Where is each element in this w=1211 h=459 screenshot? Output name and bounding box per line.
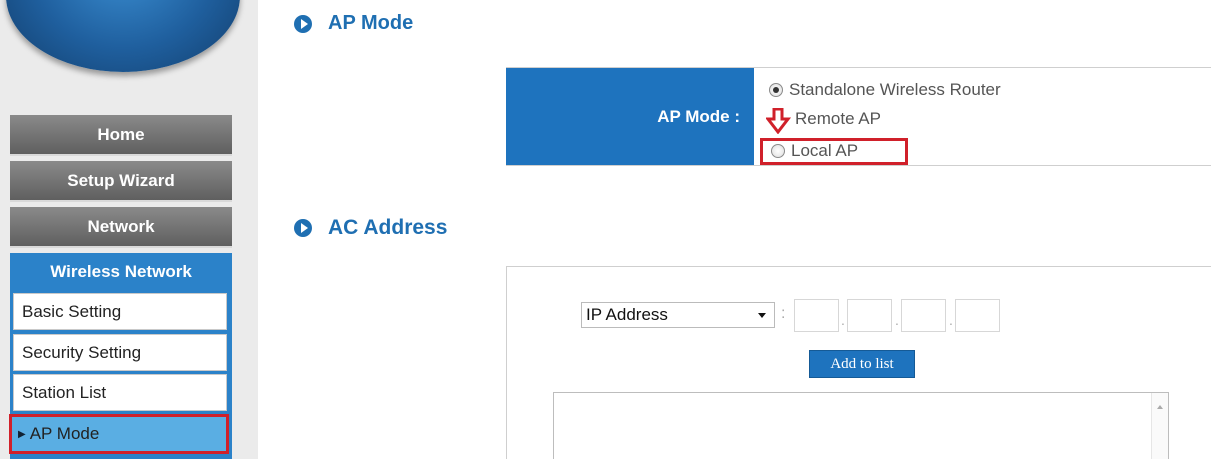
sidebar-item-basic-setting[interactable]: Basic Setting [13,293,227,330]
chevron-down-icon [758,313,766,318]
sidebar-item-label: Station List [22,382,107,402]
sidebar-item-label: AP Mode [29,424,100,443]
octet-dot: . [949,312,953,328]
radio-option-standalone[interactable]: Standalone Wireless Router [769,80,1001,100]
ac-address-list[interactable] [553,392,1169,459]
sidebar-item-security-setting[interactable]: Security Setting [13,334,227,371]
section-title-text: AP Mode [328,12,414,34]
triangle-right-icon: ▶ [18,428,26,440]
nav-wireless-network-label: Wireless Network [50,262,192,281]
ip-octet-4-input[interactable] [955,299,1000,332]
ip-octet-2-input[interactable] [847,299,892,332]
ip-octet-3-input[interactable] [901,299,946,332]
radio-label: Standalone Wireless Router [789,80,1001,99]
logo [6,0,240,72]
ap-mode-field-label: AP Mode : [506,68,754,165]
section-title-ap-mode: AP Mode [294,12,413,35]
sidebar-item-ap-mode[interactable]: ▶ AP Mode [9,414,229,454]
red-down-arrow-icon [766,108,792,134]
radio-label: Remote AP [795,109,881,128]
octet-dot: . [841,312,845,328]
nav-setup-wizard-label: Setup Wizard [67,170,175,190]
highlight-box [760,138,908,165]
nav-wireless-network[interactable]: Wireless Network [10,253,232,291]
section-title-text: AC Address [328,216,448,239]
nav-setup-wizard[interactable]: Setup Wizard [10,161,232,202]
nav-network-label: Network [87,216,155,236]
add-to-list-button[interactable]: Add to list [809,350,915,378]
ip-octet-1-input[interactable] [794,299,839,332]
radio-button-checked[interactable] [769,83,783,97]
octet-dot: . [895,312,899,328]
nav-wireless-network-group: Wireless Network Basic Setting Security … [9,253,232,459]
sidebar-item-label: Basic Setting [22,301,122,321]
add-to-list-label: Add to list [830,355,894,372]
radio-option-remote-ap[interactable]: Remote AP [795,109,881,129]
nav-home-label: Home [97,124,145,144]
circle-arrow-icon [294,219,312,237]
select-value: IP Address [586,305,668,324]
sidebar-item-label: Security Setting [22,342,142,362]
address-type-select[interactable]: IP Address [581,302,775,328]
nav-network[interactable]: Network [10,207,232,248]
circle-arrow-icon [294,14,312,33]
separator: : [781,305,786,322]
nav-home[interactable]: Home [10,115,232,156]
sidebar: Home Setup Wizard Network Wireless Netwo… [0,0,258,459]
sidebar-item-station-list[interactable]: Station List [13,374,227,411]
scrollbar[interactable] [1151,393,1168,459]
section-title-ac-address: AC Address [294,216,447,240]
